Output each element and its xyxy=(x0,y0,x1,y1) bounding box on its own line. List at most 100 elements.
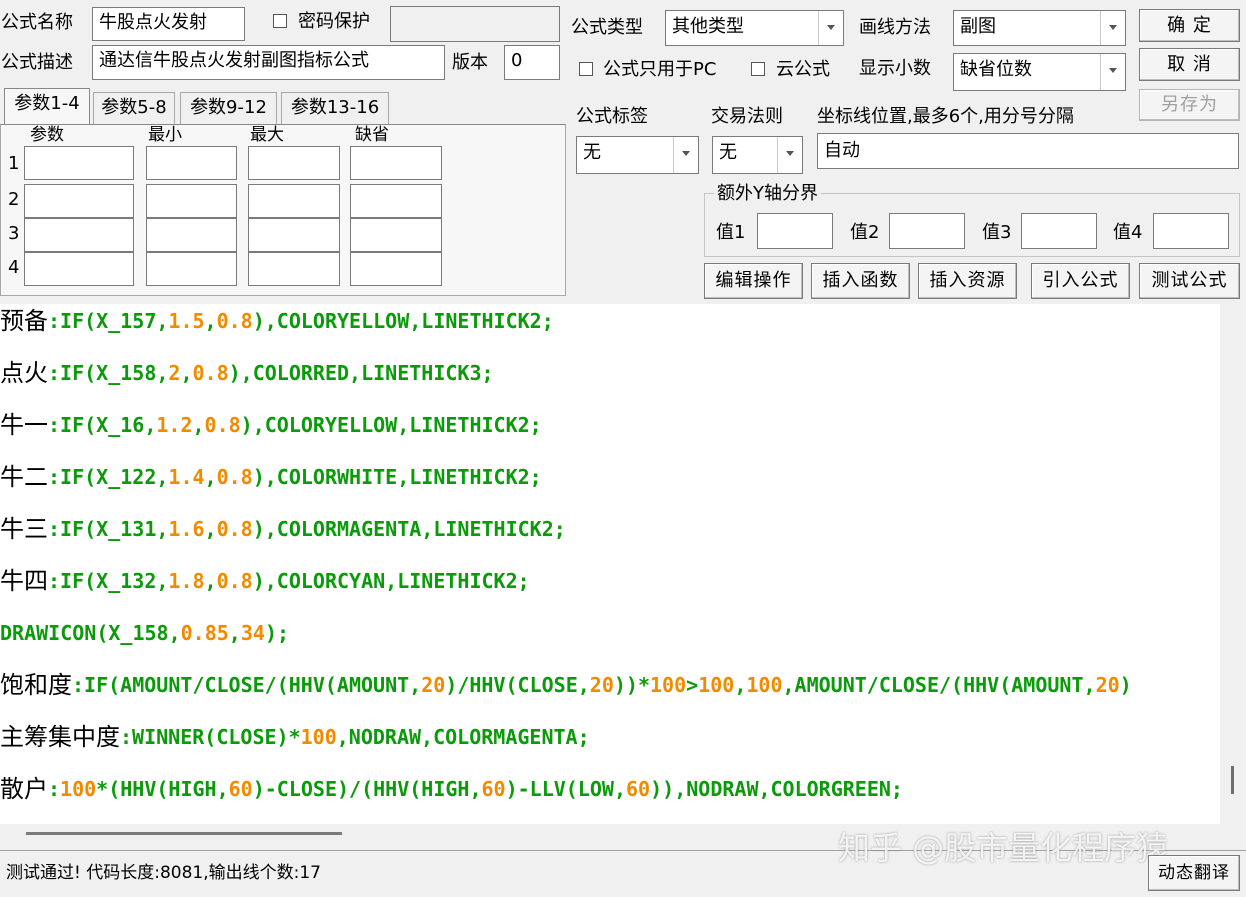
param-4-max-input[interactable] xyxy=(248,252,340,286)
code-token: )-CLOSE)/(HHV(HIGH, xyxy=(252,777,482,801)
save-as-button[interactable]: 另存为 xyxy=(1139,89,1240,121)
code-line: 散户:100*(HHV(HIGH,60)-CLOSE)/(HHV(HIGH,60… xyxy=(0,772,903,806)
param-4-default-input[interactable] xyxy=(350,252,442,286)
password-input[interactable] xyxy=(390,6,560,42)
value1-input[interactable] xyxy=(757,213,833,249)
insert-function-button[interactable]: 插入函数 xyxy=(811,263,910,299)
trading-rule-select[interactable]: 无 xyxy=(712,136,803,174)
param-3-min-input[interactable] xyxy=(146,218,237,252)
formula-desc-input[interactable]: 通达信牛股点火发射副图指标公式 xyxy=(92,45,445,80)
value4-input[interactable] xyxy=(1153,213,1229,249)
import-formula-button[interactable]: 引入公式 xyxy=(1031,263,1130,299)
pc-only-checkbox[interactable] xyxy=(579,62,593,76)
code-token: 100 xyxy=(60,777,97,801)
watermark: 知乎 @股市量化程序猿 xyxy=(838,829,1169,867)
test-formula-button[interactable]: 测试公式 xyxy=(1139,263,1240,299)
code-token: , xyxy=(734,673,747,697)
code-token: DRAWICON(X_158, xyxy=(0,621,181,645)
vertical-scrollbar[interactable] xyxy=(1220,304,1246,824)
trading-rule-value: 无 xyxy=(719,142,737,163)
formula-tag-select[interactable]: 无 xyxy=(576,136,699,174)
code-line-name: 点火 xyxy=(0,359,48,387)
code-editor[interactable]: 预备:IF(X_157,1.5,0.8),COLORYELLOW,LINETHI… xyxy=(0,304,1220,824)
code-token: , xyxy=(180,361,193,385)
code-token: : xyxy=(48,517,61,541)
code-token: 20 xyxy=(1095,673,1120,697)
dynamic-translate-button[interactable]: 动态翻译 xyxy=(1148,855,1240,891)
insert-resource-button[interactable]: 插入资源 xyxy=(918,263,1017,299)
code-line: 牛二:IF(X_122,1.4,0.8),COLORWHITE,LINETHIC… xyxy=(0,460,542,494)
chevron-down-icon[interactable] xyxy=(1100,54,1125,90)
code-token: *(HHV(HIGH, xyxy=(96,777,229,801)
chevron-down-icon[interactable] xyxy=(1100,11,1125,45)
code-line-name: 散户 xyxy=(0,775,48,803)
formula-tag-label: 公式标签 xyxy=(576,106,648,127)
code-token: ),COLORYELLOW,LINETHICK2; xyxy=(240,413,542,437)
param-2-min-input[interactable] xyxy=(146,184,237,218)
horizontal-scroll-thumb[interactable] xyxy=(26,832,342,835)
chevron-down-icon[interactable] xyxy=(673,137,698,173)
code-line-name: 主筹集中度 xyxy=(0,723,120,751)
formula-name-input[interactable]: 牛股点火发射 xyxy=(92,7,245,41)
code-token: 0.8 xyxy=(216,517,253,541)
tab-params-1-4[interactable]: 参数1-4 xyxy=(4,88,90,124)
param-1-default-input[interactable] xyxy=(350,146,442,180)
param-3-name-input[interactable] xyxy=(24,218,134,252)
code-token: IF(X_132, xyxy=(60,569,169,593)
value2-input[interactable] xyxy=(889,213,965,249)
code-token: : xyxy=(120,725,133,749)
tab-params-5-8[interactable]: 参数5-8 xyxy=(93,92,175,124)
decimals-select[interactable]: 缺省位数 xyxy=(953,53,1126,91)
param-header-name: 参数 xyxy=(30,125,64,145)
code-token: 1.6 xyxy=(168,517,205,541)
param-row-number: 4 xyxy=(8,257,20,278)
code-token: 34 xyxy=(240,621,265,645)
param-4-min-input[interactable] xyxy=(146,252,237,286)
code-token: )/HHV(CLOSE, xyxy=(445,673,590,697)
edit-operation-button[interactable]: 编辑操作 xyxy=(704,263,803,299)
ok-button[interactable]: 确 定 xyxy=(1139,9,1240,42)
code-token: 60 xyxy=(481,777,506,801)
code-line-name: 牛三 xyxy=(0,515,48,543)
code-token: 0.8 xyxy=(216,465,253,489)
value1-label: 值1 xyxy=(716,222,746,243)
param-1-min-input[interactable] xyxy=(146,146,237,180)
param-2-name-input[interactable] xyxy=(24,184,134,218)
extra-y-axis-label: 额外Y轴分界 xyxy=(714,183,821,205)
tab-params-9-12[interactable]: 参数9-12 xyxy=(180,92,277,124)
formula-type-select[interactable]: 其他类型 xyxy=(665,10,844,46)
chevron-down-icon[interactable] xyxy=(818,11,843,45)
axis-position-label: 坐标线位置,最多6个,用分号分隔 xyxy=(817,106,1074,127)
tab-params-13-16[interactable]: 参数13-16 xyxy=(281,92,389,124)
param-4-name-input[interactable] xyxy=(24,252,134,286)
code-token: 1.8 xyxy=(168,569,205,593)
param-header-max: 最大 xyxy=(250,125,284,145)
draw-method-select[interactable]: 副图 xyxy=(953,10,1126,46)
code-token: IF(X_122, xyxy=(60,465,169,489)
param-2-max-input[interactable] xyxy=(248,184,340,218)
param-3-max-input[interactable] xyxy=(248,218,340,252)
param-1-max-input[interactable] xyxy=(248,146,340,180)
code-token: ),COLORWHITE,LINETHICK2; xyxy=(252,465,542,489)
code-token: 1.2 xyxy=(156,413,193,437)
code-token: 0.8 xyxy=(192,361,229,385)
chevron-down-icon[interactable] xyxy=(777,137,802,173)
param-row-number: 2 xyxy=(8,189,20,210)
value3-input[interactable] xyxy=(1021,213,1097,249)
param-3-default-input[interactable] xyxy=(350,218,442,252)
param-2-default-input[interactable] xyxy=(350,184,442,218)
cancel-button[interactable]: 取 消 xyxy=(1139,48,1240,81)
pc-only-label: 公式只用于PC xyxy=(603,59,717,80)
formula-type-label: 公式类型 xyxy=(571,17,643,38)
code-token: , xyxy=(204,517,217,541)
code-token: ),COLORYELLOW,LINETHICK2; xyxy=(252,309,554,333)
version-input[interactable]: 0 xyxy=(504,45,560,80)
code-line-name: 饱和度 xyxy=(0,671,72,699)
axis-position-input[interactable]: 自动 xyxy=(817,133,1239,169)
password-checkbox[interactable] xyxy=(273,14,287,28)
code-token: IF(X_157, xyxy=(60,309,169,333)
code-token: 20 xyxy=(421,673,446,697)
vertical-scroll-thumb[interactable] xyxy=(1231,766,1234,794)
param-1-name-input[interactable] xyxy=(24,146,134,180)
cloud-checkbox[interactable] xyxy=(751,62,765,76)
